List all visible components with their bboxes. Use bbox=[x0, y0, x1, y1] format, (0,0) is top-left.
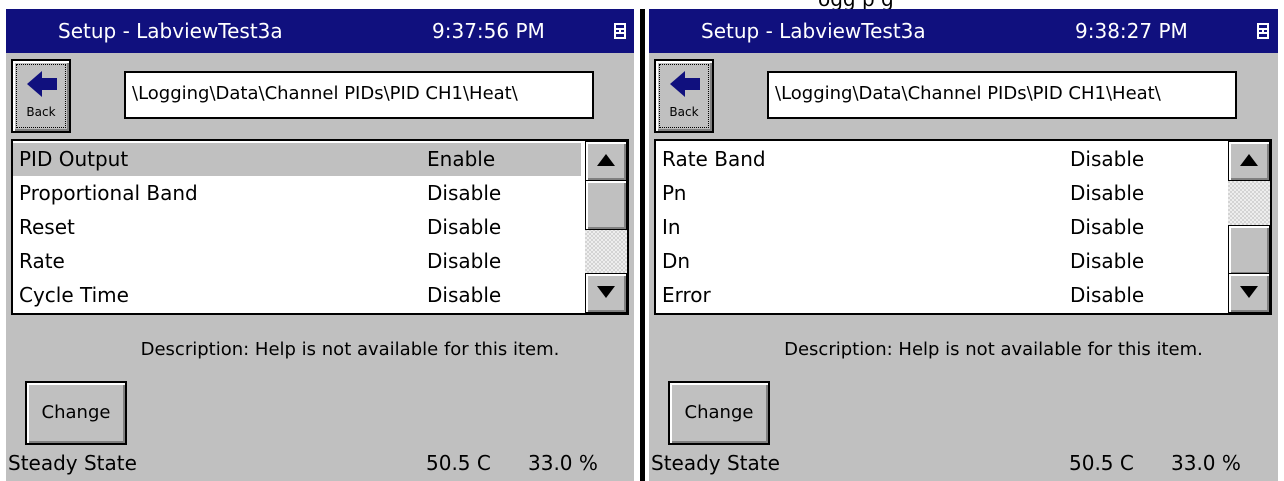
window-title: Setup - LabviewTest3a bbox=[58, 19, 283, 43]
triangle-up-icon bbox=[1240, 154, 1258, 166]
status-temperature: 50.5 C bbox=[426, 451, 491, 475]
item-value: Disable bbox=[427, 181, 502, 205]
item-name: Cycle Time bbox=[19, 283, 129, 307]
path-display: \Logging\Data\Channel PIDs\PID CH1\Heat\ bbox=[124, 71, 594, 119]
item-value: Disable bbox=[427, 249, 502, 273]
item-value: Disable bbox=[1070, 215, 1145, 239]
triangle-down-icon bbox=[1240, 286, 1258, 298]
setup-screen-right: Setup - LabviewTest3a 9:38:27 PM Back \L… bbox=[649, 9, 1278, 481]
item-value: Enable bbox=[427, 147, 496, 171]
keyboard-icon[interactable] bbox=[1257, 23, 1269, 39]
status-output: 33.0 % bbox=[1171, 451, 1241, 475]
scroll-down-button[interactable] bbox=[585, 273, 627, 313]
back-label: Back bbox=[669, 105, 699, 119]
list-item[interactable]: Reset Disable bbox=[13, 211, 581, 244]
list-item[interactable]: Cycle Time Disable bbox=[13, 279, 581, 312]
keyboard-icon[interactable] bbox=[614, 23, 626, 39]
status-output: 33.0 % bbox=[528, 451, 598, 475]
triangle-up-icon bbox=[597, 154, 615, 166]
scrollbar-thumb[interactable] bbox=[1228, 225, 1270, 275]
list-item[interactable]: Pn Disable bbox=[656, 177, 1224, 210]
settings-list[interactable]: Rate Band Disable Pn Disable In Disable … bbox=[654, 139, 1272, 315]
status-state: Steady State bbox=[651, 451, 780, 475]
item-value: Disable bbox=[1070, 147, 1145, 171]
scrollbar-thumb[interactable] bbox=[585, 180, 627, 230]
title-bar: Setup - LabviewTest3a 9:37:56 PM bbox=[6, 9, 634, 53]
clock: 9:37:56 PM bbox=[432, 19, 545, 43]
item-value: Disable bbox=[1070, 181, 1145, 205]
item-name: Pn bbox=[662, 181, 687, 205]
cropped-header-text: ogg p g bbox=[818, 0, 894, 9]
status-state: Steady State bbox=[8, 451, 137, 475]
description-text: Description: Help is not available for t… bbox=[784, 339, 1203, 360]
left-arrow-icon bbox=[27, 71, 57, 97]
back-button[interactable]: Back bbox=[654, 59, 714, 133]
scroll-up-button[interactable] bbox=[1228, 141, 1270, 181]
vertical-scrollbar[interactable] bbox=[1228, 141, 1270, 313]
list-item[interactable]: In Disable bbox=[656, 211, 1224, 244]
list-item[interactable]: Dn Disable bbox=[656, 245, 1224, 278]
description-text: Description: Help is not available for t… bbox=[140, 339, 560, 360]
item-value: Disable bbox=[1070, 249, 1145, 273]
settings-list[interactable]: PID Output Enable Proportional Band Disa… bbox=[11, 139, 629, 315]
setup-screen-left: Setup - LabviewTest3a 9:37:56 PM Back \L… bbox=[6, 9, 634, 481]
change-button[interactable]: Change bbox=[668, 381, 770, 445]
item-name: Dn bbox=[662, 249, 691, 273]
scroll-down-button[interactable] bbox=[1228, 273, 1270, 313]
title-bar: Setup - LabviewTest3a 9:38:27 PM bbox=[649, 9, 1278, 53]
list-item[interactable]: Proportional Band Disable bbox=[13, 177, 581, 210]
item-name: Rate Band bbox=[662, 147, 766, 171]
clock: 9:38:27 PM bbox=[1075, 19, 1188, 43]
item-value: Disable bbox=[1070, 283, 1145, 307]
item-name: Error bbox=[662, 283, 711, 307]
status-temperature: 50.5 C bbox=[1069, 451, 1134, 475]
item-name: Reset bbox=[19, 215, 75, 239]
back-label: Back bbox=[26, 105, 56, 119]
path-display: \Logging\Data\Channel PIDs\PID CH1\Heat\ bbox=[767, 71, 1237, 119]
list-item[interactable]: Rate Band Disable bbox=[656, 143, 1224, 176]
item-value: Disable bbox=[427, 283, 502, 307]
window-title: Setup - LabviewTest3a bbox=[701, 19, 926, 43]
left-arrow-icon bbox=[670, 71, 700, 97]
item-name: In bbox=[662, 215, 681, 239]
list-item[interactable]: Rate Disable bbox=[13, 245, 581, 278]
item-name: PID Output bbox=[19, 147, 129, 171]
scroll-up-button[interactable] bbox=[585, 141, 627, 181]
triangle-down-icon bbox=[597, 286, 615, 298]
item-name: Rate bbox=[19, 249, 65, 273]
list-item[interactable]: PID Output Enable bbox=[13, 143, 581, 176]
vertical-scrollbar[interactable] bbox=[585, 141, 627, 313]
cropped-header-fragment: ogg p g bbox=[0, 0, 1284, 9]
list-item[interactable]: Error Disable bbox=[656, 279, 1224, 312]
screen-divider bbox=[640, 9, 645, 481]
item-name: Proportional Band bbox=[19, 181, 198, 205]
change-button[interactable]: Change bbox=[25, 381, 127, 445]
back-button[interactable]: Back bbox=[11, 59, 71, 133]
item-value: Disable bbox=[427, 215, 502, 239]
